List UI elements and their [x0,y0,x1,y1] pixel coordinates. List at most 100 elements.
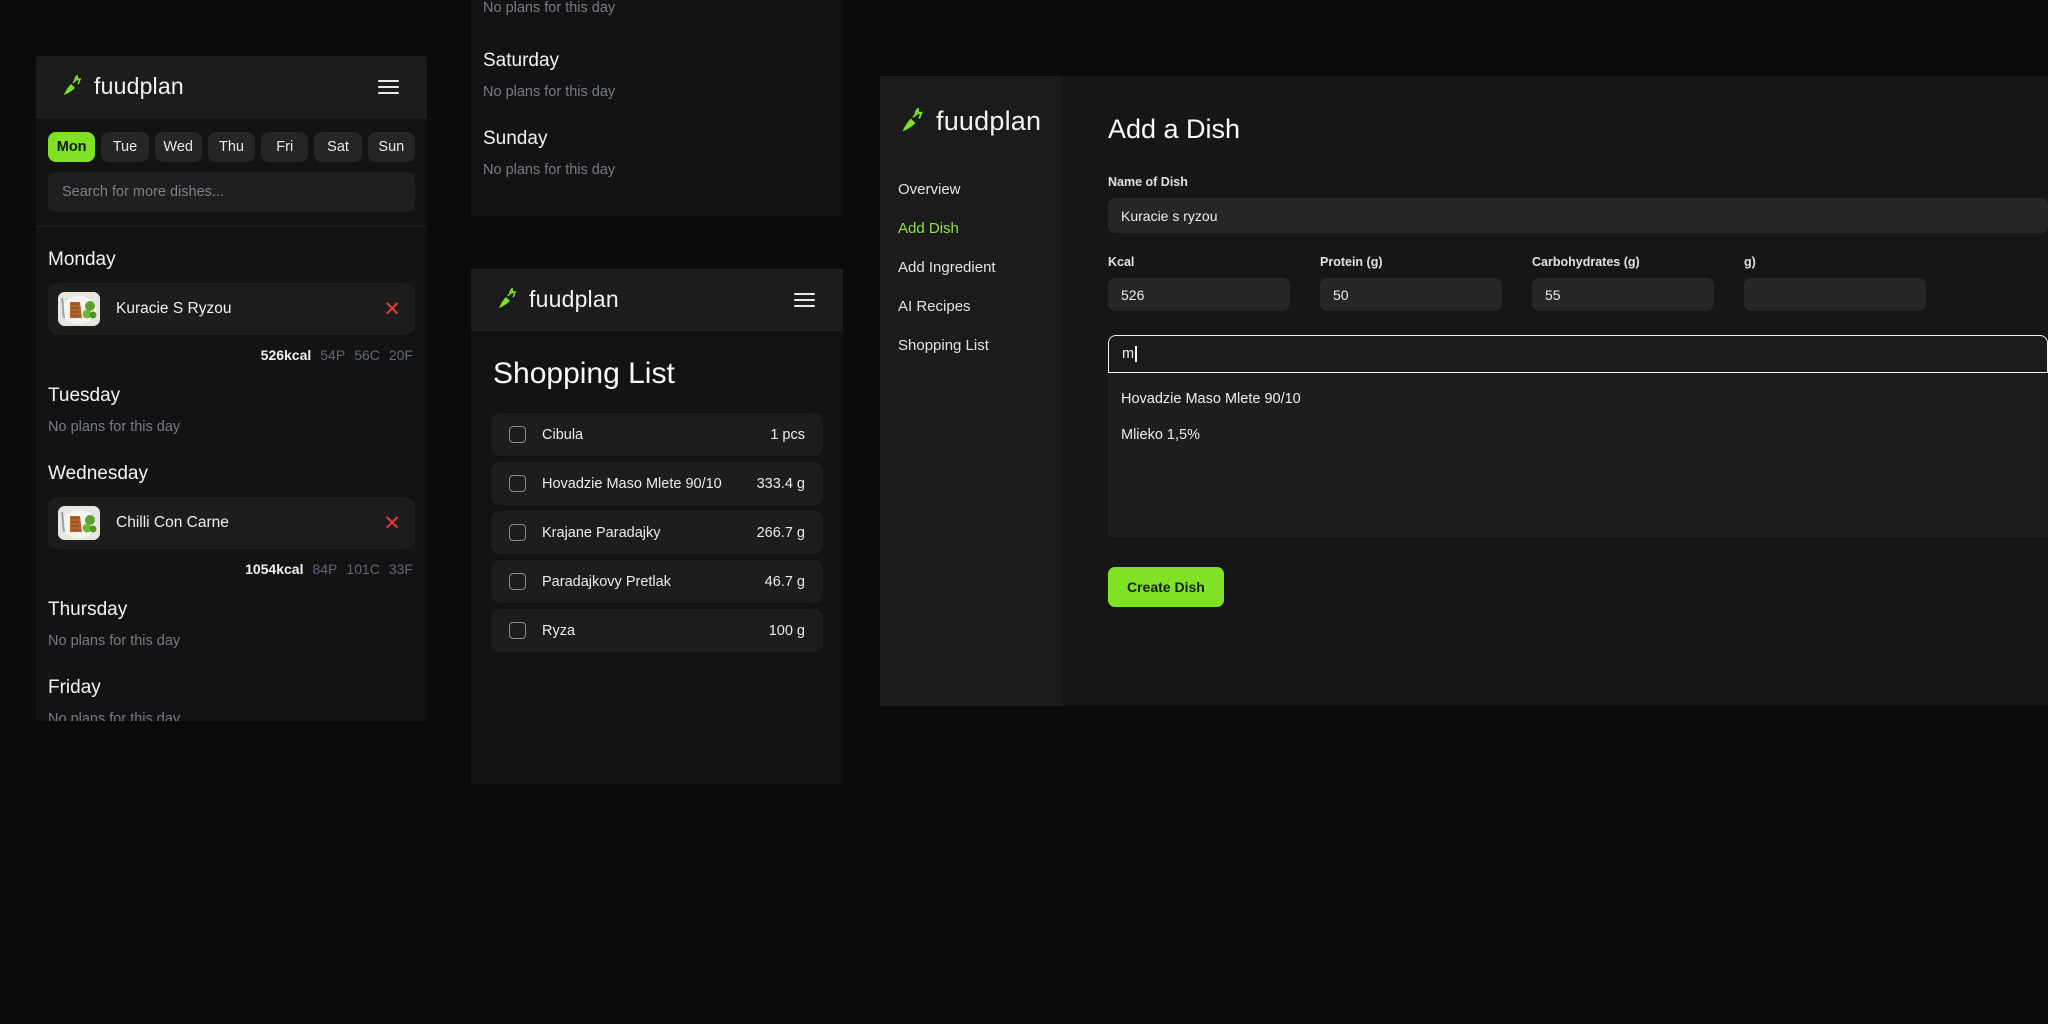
hamburger-menu-icon[interactable] [790,289,819,311]
shopping-list-panel: fuudplan Shopping List Cibula 1 pcs Hova… [471,269,843,784]
no-plans-text: No plans for this day [483,84,616,100]
brand-logo: fuudplan [898,106,1062,137]
dish-thumbnail [58,292,100,326]
mobile-planner-panel: fuudplan Mon Tue Wed Thu Fri Sat Sun Mon… [36,56,427,721]
kcal-field-group: Kcal [1108,255,1290,311]
day-heading: Friday [48,677,101,698]
day-block-thursday: Thursday No plans for this day [48,577,415,649]
day-tab-sun[interactable]: Sun [367,132,415,162]
item-left: Paradajkovy Pretlak [509,573,671,590]
fat-label: g) [1744,255,1756,269]
sidebar-item-add-ingredient[interactable]: Add Ingredient [898,259,1062,276]
day-heading: Sunday [483,128,548,149]
shopping-list-title: Shopping List [493,357,675,390]
ingredient-autocomplete: m Hovadzie Maso Mlete 90/10 Mlieko 1,5% [1108,335,2048,537]
item-quantity: 100 g [768,622,805,639]
shopping-header: fuudplan [471,269,843,331]
list-item[interactable]: Paradajkovy Pretlak 46.7 g [491,560,823,603]
day-heading: Tuesday [48,385,121,406]
list-item[interactable]: Krajane Paradajky 266.7 g [491,511,823,554]
fat-field-group: g) [1744,255,1926,311]
carbohydrates-label: Carbohydrates (g) [1532,255,1640,269]
kcal-label: Kcal [1108,255,1135,269]
macro-kcal: 526kcal [260,347,312,363]
autocomplete-suggestions: Hovadzie Maso Mlete 90/10 Mlieko 1,5% [1108,373,2048,537]
list-item[interactable]: Cibula 1 pcs [491,413,823,456]
protein-field-group: Protein (g) [1320,255,1502,311]
remove-dish-icon[interactable]: ✕ [383,513,401,534]
fat-input[interactable] [1744,278,1926,311]
protein-label: Protein (g) [1320,255,1383,269]
day-tab-tue[interactable]: Tue [101,132,149,162]
item-quantity: 1 pcs [770,426,805,443]
day-block-sunday: Sunday No plans for this day [483,106,831,178]
checkbox[interactable] [509,622,526,639]
item-name: Krajane Paradajky [542,524,661,541]
day-tab-fri[interactable]: Fri [261,132,309,162]
add-dish-form-area: Add a Dish Name of Dish Kcal Protein (g)… [1062,76,2048,706]
macro-protein: 84P [312,561,338,577]
ingredient-search-input[interactable]: m [1108,335,2048,373]
day-tab-sat[interactable]: Sat [314,132,362,162]
day-heading: Saturday [483,50,560,71]
item-quantity: 46.7 g [764,573,805,590]
sidebar-item-ai-recipes[interactable]: AI Recipes [898,298,1062,315]
no-plans-text: No plans for this day [483,162,616,178]
remove-dish-icon[interactable]: ✕ [383,299,401,320]
item-left: Krajane Paradajky [509,524,661,541]
name-of-dish-label: Name of Dish [1108,175,1188,189]
checkbox[interactable] [509,475,526,492]
day-block-wednesday: Wednesday Chilli Con Carne ✕ 1054kcal 84… [48,441,415,577]
list-item[interactable]: Hovadzie Maso Mlete 90/10 333.4 g [491,462,823,505]
item-name: Paradajkovy Pretlak [542,573,671,590]
dish-thumbnail [58,506,100,540]
search-area [36,168,427,226]
day-tab-wed[interactable]: Wed [154,132,202,162]
item-name: Hovadzie Maso Mlete 90/10 [542,475,722,492]
kcal-input[interactable] [1108,278,1290,311]
sidebar-item-shopping-list[interactable]: Shopping List [898,337,1062,354]
carrot-icon [64,74,82,95]
dish-row[interactable]: Chilli Con Carne ✕ [48,497,415,549]
item-quantity: 266.7 g [756,524,805,541]
dish-info: Chilli Con Carne [58,506,229,540]
search-input[interactable] [48,172,415,212]
item-left: Ryza [509,622,575,639]
day-tab-bar: Mon Tue Wed Thu Fri Sat Sun [36,118,427,168]
protein-input[interactable] [1320,278,1502,311]
sidebar-nav: Overview Add Dish Add Ingredient AI Reci… [898,181,1062,354]
create-dish-button[interactable]: Create Dish [1108,567,1224,607]
macro-carbs: 101C [346,561,380,577]
checkbox[interactable] [509,524,526,541]
carbohydrates-input[interactable] [1532,278,1714,311]
checkbox[interactable] [509,426,526,443]
sidebar-item-overview[interactable]: Overview [898,181,1062,198]
suggestion-item[interactable]: Mlieko 1,5% [1121,423,2035,459]
planner-header: fuudplan [36,56,427,118]
checkbox[interactable] [509,573,526,590]
suggestion-item[interactable]: Hovadzie Maso Mlete 90/10 [1121,387,2035,423]
brand-name: fuudplan [936,106,1042,136]
day-tab-mon[interactable]: Mon [48,132,96,162]
item-left: Hovadzie Maso Mlete 90/10 [509,475,722,492]
hamburger-menu-icon[interactable] [374,76,403,98]
list-item[interactable]: Ryza 100 g [491,609,823,652]
shopping-list-items: Cibula 1 pcs Hovadzie Maso Mlete 90/10 3… [471,413,843,652]
macro-field-row: Kcal Protein (g) Carbohydrates (g) g) [1108,255,2048,311]
brand-name: fuudplan [94,73,184,99]
dish-name: Chilli Con Carne [116,514,229,531]
macro-fat: 20F [388,347,413,363]
no-plans-text: No plans for this day [48,419,181,435]
name-of-dish-input[interactable] [1108,198,2048,233]
macro-protein: 54P [320,347,346,363]
plan-day-list: Monday Kuracie S Ryzou ✕ 526kcal 54P 56C… [36,226,427,721]
sidebar-item-add-dish[interactable]: Add Dish [898,220,1062,237]
day-heading: Thursday [48,599,128,620]
day-block-monday: Monday Kuracie S Ryzou ✕ 526kcal 54P 56C… [48,227,415,363]
screenshot-root: fuudplan Mon Tue Wed Thu Fri Sat Sun Mon… [0,0,2048,1024]
dish-name: Kuracie S Ryzou [116,300,232,317]
day-macros: 1054kcal 84P 101C 33F [48,549,415,577]
day-block-friday: Friday No plans for this day [48,655,415,721]
dish-row[interactable]: Kuracie S Ryzou ✕ [48,283,415,335]
day-tab-thu[interactable]: Thu [207,132,256,162]
